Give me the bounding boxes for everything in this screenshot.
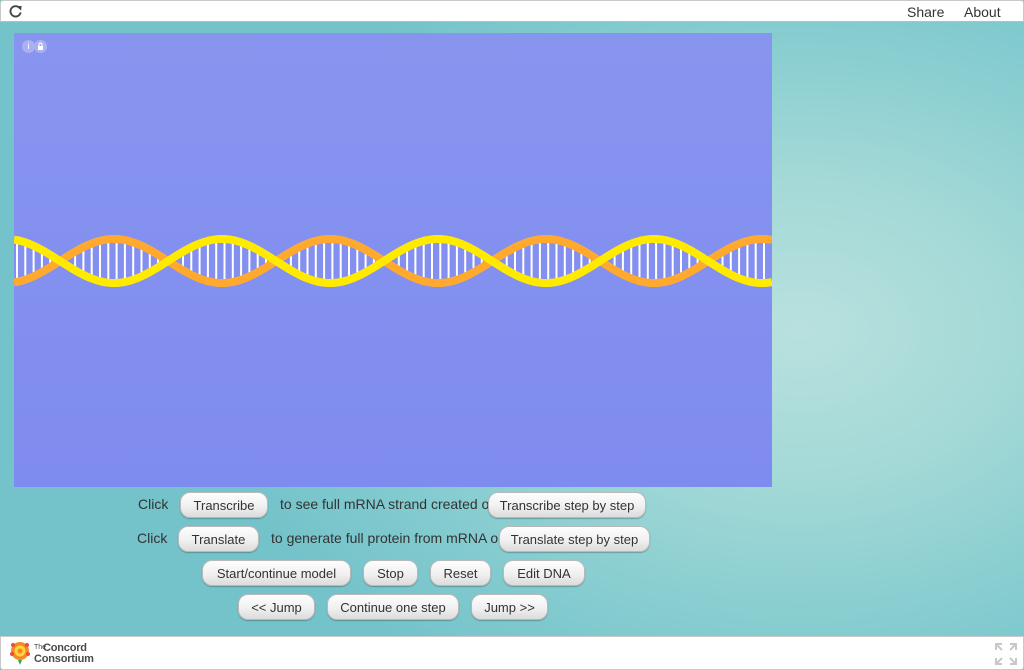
translate-step-button[interactable]: Translate step by step (499, 526, 650, 552)
concord-logo-icon (10, 642, 30, 665)
edit-dna-button[interactable]: Edit DNA (503, 560, 585, 586)
dna-strand-front (14, 234, 772, 288)
dna-helix (14, 234, 772, 288)
reload-icon[interactable] (8, 4, 23, 19)
dna-model-canvas[interactable]: i (14, 33, 772, 487)
lock-icon[interactable] (34, 40, 47, 53)
row2-click-text: Click (137, 530, 168, 546)
about-link[interactable]: About (964, 4, 1001, 20)
stop-button[interactable]: Stop (363, 560, 418, 586)
translate-button[interactable]: Translate (178, 526, 259, 552)
transcribe-step-button[interactable]: Transcribe step by step (488, 492, 646, 518)
reset-button[interactable]: Reset (430, 560, 491, 586)
top-bar: Share About (0, 0, 1024, 22)
dna-strand-back (14, 234, 772, 288)
row1-click-text: Click (138, 496, 169, 512)
fullscreen-icon[interactable] (994, 642, 1018, 666)
logo-text-concord: Concord (43, 642, 87, 654)
logo-text-consortium: Consortium (34, 653, 94, 665)
jump-forward-button[interactable]: Jump >> (471, 594, 548, 620)
footer-bar: The Concord Consortium (0, 636, 1024, 670)
share-link[interactable]: Share (907, 4, 944, 20)
continue-one-step-button[interactable]: Continue one step (327, 594, 459, 620)
model-icons: i (22, 40, 47, 53)
jump-back-button[interactable]: << Jump (238, 594, 315, 620)
concord-consortium-logo[interactable]: The Concord Consortium (9, 640, 99, 666)
transcribe-button[interactable]: Transcribe (180, 492, 268, 518)
start-continue-model-button[interactable]: Start/continue model (202, 560, 351, 586)
row2-middle-text: to generate full protein from mRNA or (271, 530, 503, 546)
row1-middle-text: to see full mRNA strand created or (280, 496, 494, 512)
